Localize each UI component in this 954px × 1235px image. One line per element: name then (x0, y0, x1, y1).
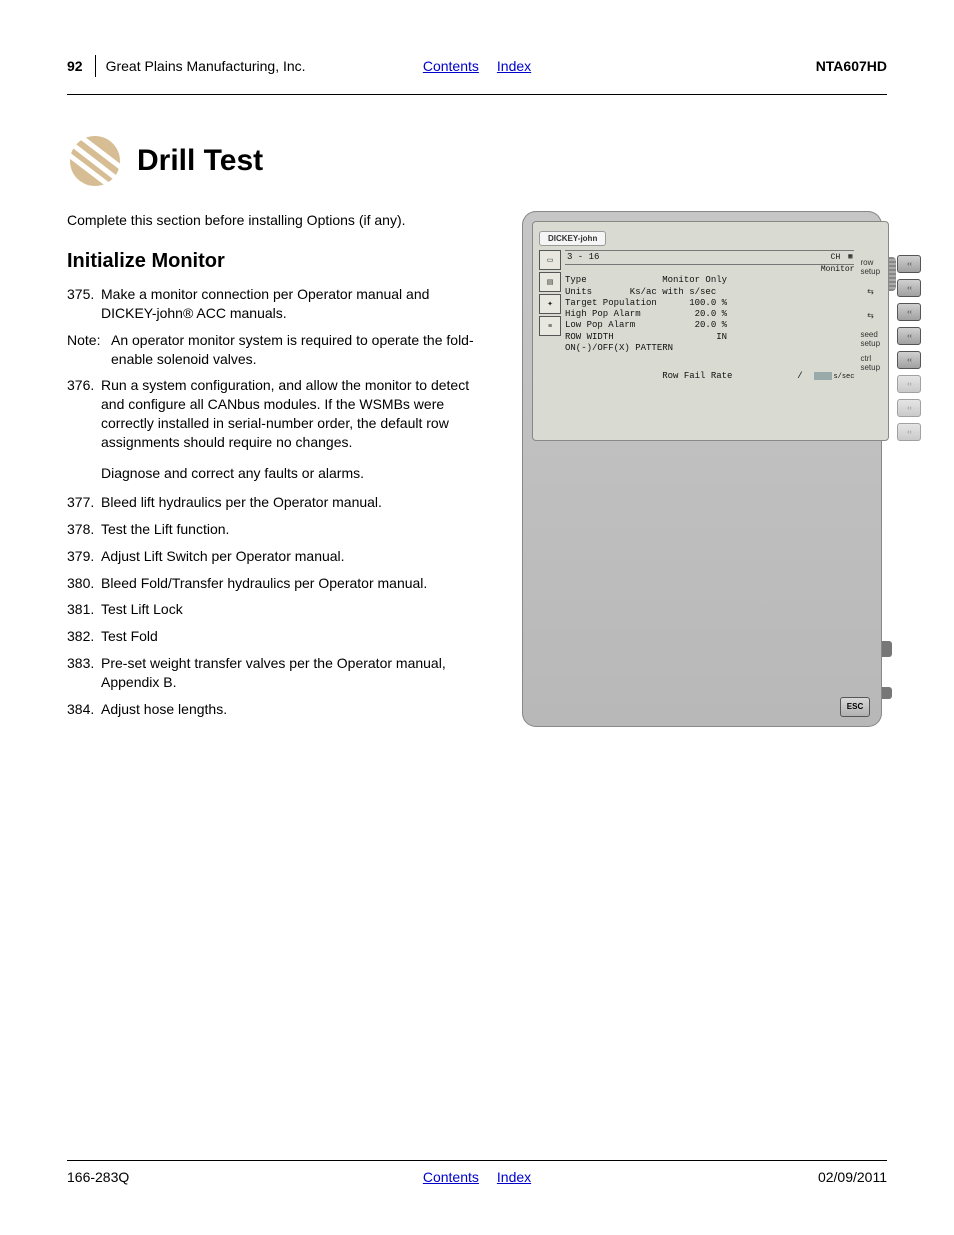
section-title-row: Drill Test (67, 135, 887, 187)
step-number: 381. (67, 600, 101, 619)
softkey-icon[interactable]: ✦ (539, 294, 561, 314)
header-rule (67, 94, 887, 95)
ch-label: CH (831, 253, 841, 263)
esc-button[interactable]: ESC (840, 697, 870, 717)
softkey-icon[interactable]: ▭ (539, 250, 561, 270)
right-column: DICKEY-john ▭ ▤ ✦ ≡ 3 - 16 (517, 211, 887, 727)
step-378: 378. Test the Lift function. (67, 520, 487, 539)
step-number: 382. (67, 627, 101, 646)
hard-button[interactable]: ‹‹ (897, 351, 921, 369)
step-text: Make a monitor connection per Operator m… (101, 285, 487, 323)
doc-number: 166-283Q (67, 1169, 340, 1185)
screen-content: 3 - 16 CH ▦ Monitor Type Monitor Only Un… (565, 250, 854, 394)
rowfail-text: Row Fail Rate / (662, 371, 813, 381)
page-content: Drill Test Complete this section before … (67, 135, 887, 727)
rowfail-unit: s/sec (833, 373, 854, 381)
step-number: 380. (67, 574, 101, 593)
right-softkey-labels: row setup ⇆ ⇆ seed setup ctrl setup (858, 250, 882, 394)
left-column: Complete this section before installing … (67, 211, 487, 727)
screen-line-units: Units Ks/ac with s/sec (565, 287, 854, 298)
step-376-sub: Diagnose and correct any faults or alarm… (101, 464, 487, 483)
screen-line-pattern: ON(-)/OFF(X) PATTERN (565, 343, 854, 354)
contents-link[interactable]: Contents (423, 58, 479, 74)
subheading: Initialize Monitor (67, 248, 487, 275)
screen-line-rowfail: Row Fail Rate / s/sec (565, 360, 854, 394)
port-stub-2 (882, 687, 892, 699)
step-382: 382. Test Fold (67, 627, 487, 646)
step-number: 379. (67, 547, 101, 566)
company-name: Great Plains Manufacturing, Inc. (106, 58, 306, 74)
step-number: 384. (67, 700, 101, 719)
port-stub (882, 641, 892, 657)
softkey-icon[interactable]: ▤ (539, 272, 561, 292)
step-text: Bleed Fold/Transfer hydraulics per Opera… (101, 574, 487, 593)
hard-button[interactable]: ‹‹ (897, 279, 921, 297)
step-number: 375. (67, 285, 101, 323)
model-number: NTA607HD (816, 58, 887, 74)
note-row: Note: An operator monitor system is requ… (67, 331, 487, 369)
doc-date: 02/09/2011 (614, 1169, 887, 1185)
soft-label: ⇆ (860, 284, 880, 298)
step-375: 375. Make a monitor connection per Opera… (67, 285, 487, 323)
hard-button[interactable]: ‹‹ (897, 375, 921, 393)
header-divider (95, 55, 96, 77)
soft-label: ⇆ (860, 308, 880, 322)
step-number: 377. (67, 493, 101, 512)
screen-group: 3 - 16 (567, 252, 599, 263)
step-376: 376. Run a system configuration, and all… (67, 376, 487, 452)
step-text: Bleed lift hydraulics per the Operator m… (101, 493, 487, 512)
step-380: 380. Bleed Fold/Transfer hydraulics per … (67, 574, 487, 593)
monitor-label: Monitor (565, 265, 854, 275)
screen-line-lowpop: Low Pop Alarm 20.0 % (565, 320, 854, 331)
step-number: 378. (67, 520, 101, 539)
page-number: 92 (67, 58, 83, 74)
footer-nav: Contents Index (340, 1169, 613, 1185)
step-text: Pre-set weight transfer valves per the O… (101, 654, 487, 692)
rowfail-bar (814, 372, 832, 380)
step-text: Adjust Lift Switch per Operator manual. (101, 547, 487, 566)
header-nav: Contents Index (423, 58, 531, 74)
index-link[interactable]: Index (497, 58, 531, 74)
hard-button-column: ‹‹ ‹‹ ‹‹ ‹‹ ‹‹ ‹‹ ‹‹ ‹‹ (897, 221, 921, 441)
step-384: 384. Adjust hose lengths. (67, 700, 487, 719)
screen-line-rowwidth: ROW WIDTH IN (565, 332, 854, 343)
hard-button[interactable]: ‹‹ (897, 303, 921, 321)
section-title: Drill Test (137, 144, 263, 178)
hard-button[interactable]: ‹‹ (897, 255, 921, 273)
softkey-icon[interactable]: ≡ (539, 316, 561, 336)
step-number: 376. (67, 376, 101, 452)
step-text: Test Fold (101, 627, 487, 646)
step-377: 377. Bleed lift hydraulics per the Opera… (67, 493, 487, 512)
page-header: 92 Great Plains Manufacturing, Inc. Cont… (67, 55, 887, 77)
hard-button[interactable]: ‹‹ (897, 399, 921, 417)
step-text: Test Lift Lock (101, 600, 487, 619)
soft-label: ctrl setup (860, 356, 880, 370)
page-footer: 166-283Q Contents Index 02/09/2011 (67, 1160, 887, 1185)
monitor-device: DICKEY-john ▭ ▤ ✦ ≡ 3 - 16 (522, 211, 882, 727)
monitor-screen: DICKEY-john ▭ ▤ ✦ ≡ 3 - 16 (532, 221, 889, 441)
soft-label: seed setup (860, 332, 880, 346)
step-number: 383. (67, 654, 101, 692)
step-381: 381. Test Lift Lock (67, 600, 487, 619)
step-383: 383. Pre-set weight transfer valves per … (67, 654, 487, 692)
screen-line-target: Target Population 100.0 % (565, 298, 854, 309)
brand-label: DICKEY-john (539, 231, 606, 246)
left-softkey-icons: ▭ ▤ ✦ ≡ (539, 250, 561, 394)
footer-contents-link[interactable]: Contents (423, 1169, 479, 1185)
hard-button[interactable]: ‹‹ (897, 327, 921, 345)
step-text: Adjust hose lengths. (101, 700, 487, 719)
step-379: 379. Adjust Lift Switch per Operator man… (67, 547, 487, 566)
step-text: Test the Lift function. (101, 520, 487, 539)
monitor-badge: ▦ (848, 253, 852, 262)
screen-line-type: Type Monitor Only (565, 275, 854, 286)
intro-text: Complete this section before installing … (67, 211, 487, 230)
soft-label: row setup (860, 260, 880, 274)
note-label: Note: (67, 331, 111, 369)
hard-button[interactable]: ‹‹ (897, 423, 921, 441)
logo-icon (67, 135, 123, 187)
note-text: An operator monitor system is required t… (111, 331, 487, 369)
screen-line-highpop: High Pop Alarm 20.0 % (565, 309, 854, 320)
step-text: Run a system configuration, and allow th… (101, 376, 487, 452)
footer-index-link[interactable]: Index (497, 1169, 531, 1185)
